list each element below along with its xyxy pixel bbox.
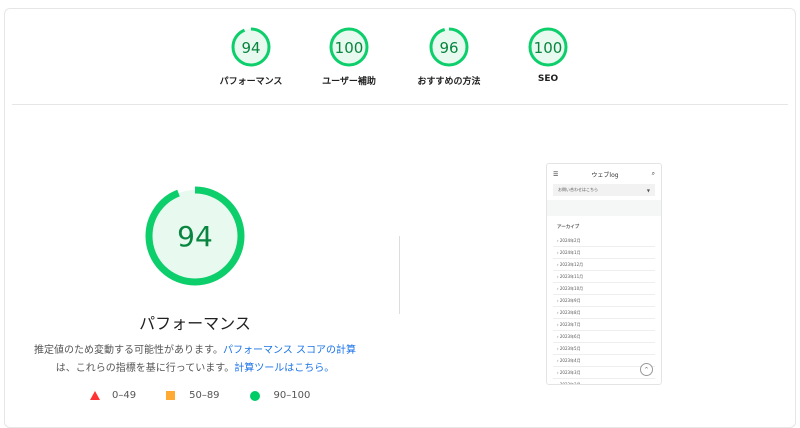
score-legend: 0–49 50–89 90–100 xyxy=(90,390,340,401)
category-label: おすすめの方法 xyxy=(417,77,481,87)
legend-range: 50–89 xyxy=(189,390,220,401)
select-value: お問い合わせはこちら xyxy=(558,187,598,192)
calculator-link[interactable]: 計算ツールはこちら。 xyxy=(234,363,334,374)
category-gauge[interactable]: 100 SEO xyxy=(503,26,593,84)
archive-item: › 2023年9月 xyxy=(553,295,655,307)
category-score: 100 xyxy=(534,39,563,57)
main-gauge: 94 xyxy=(145,186,245,290)
archive-item: › 2023年10月 xyxy=(553,283,655,295)
caret-down-icon: ▼ xyxy=(646,187,650,193)
legend-range: 90–100 xyxy=(273,390,311,401)
desc-text: 推定値のため変動する可能性があります。 xyxy=(34,345,223,356)
category-score: 100 xyxy=(335,39,364,57)
menu-icon: ☰ xyxy=(553,170,559,178)
section-heading: アーカイブ xyxy=(557,225,580,230)
archive-item: › 2023年4月 xyxy=(553,355,655,367)
archive-item: › 2023年2月 xyxy=(553,379,655,385)
main-description: 推定値のため変動する可能性があります。パフォーマンス スコアの計算は、これらの指… xyxy=(25,342,365,378)
main-score: 94 xyxy=(177,220,213,253)
category-gauge[interactable]: 96 おすすめの方法 xyxy=(404,26,494,87)
page-screenshot: ☰ ウェブlog ⌕ お問い合わせはこちら ▼ アーカイブ › 2024年2月 › 202… xyxy=(546,163,662,385)
divider xyxy=(12,104,788,105)
scroll-top-icon: ^ xyxy=(640,363,653,376)
triangle-icon xyxy=(90,391,100,400)
legend-range: 0–49 xyxy=(112,390,137,401)
category-score: 96 xyxy=(439,39,458,57)
search-icon: ⌕ xyxy=(651,170,655,177)
archive-item: › 2023年7月 xyxy=(553,319,655,331)
category-gauge[interactable]: 100 ユーザー補助 xyxy=(304,26,394,87)
desc-text: は、これらの指標を基に行っています。 xyxy=(55,363,235,374)
category-label: パフォーマンス xyxy=(219,77,283,87)
archive-item: › 2023年12月 xyxy=(553,259,655,271)
archive-item: › 2024年1月 xyxy=(553,247,655,259)
site-title: ウェブlog xyxy=(591,171,619,179)
category-label: SEO xyxy=(537,74,559,84)
archive-item: › 2023年6月 xyxy=(553,331,655,343)
archive-item: › 2023年8月 xyxy=(553,307,655,319)
vertical-divider xyxy=(399,236,400,314)
category-label: ユーザー補助 xyxy=(322,77,376,87)
score-calc-link[interactable]: パフォーマンス スコアの計算 xyxy=(223,345,356,356)
square-icon xyxy=(166,391,176,400)
main-title: パフォーマンス xyxy=(139,314,251,333)
circle-icon xyxy=(249,390,260,401)
archive-item: › 2023年5月 xyxy=(553,343,655,355)
category-gauge[interactable]: 94 パフォーマンス xyxy=(206,26,296,87)
category-score: 94 xyxy=(241,39,260,57)
archive-item: › 2024年2月 xyxy=(553,235,655,247)
archive-item: › 2023年11月 xyxy=(553,271,655,283)
